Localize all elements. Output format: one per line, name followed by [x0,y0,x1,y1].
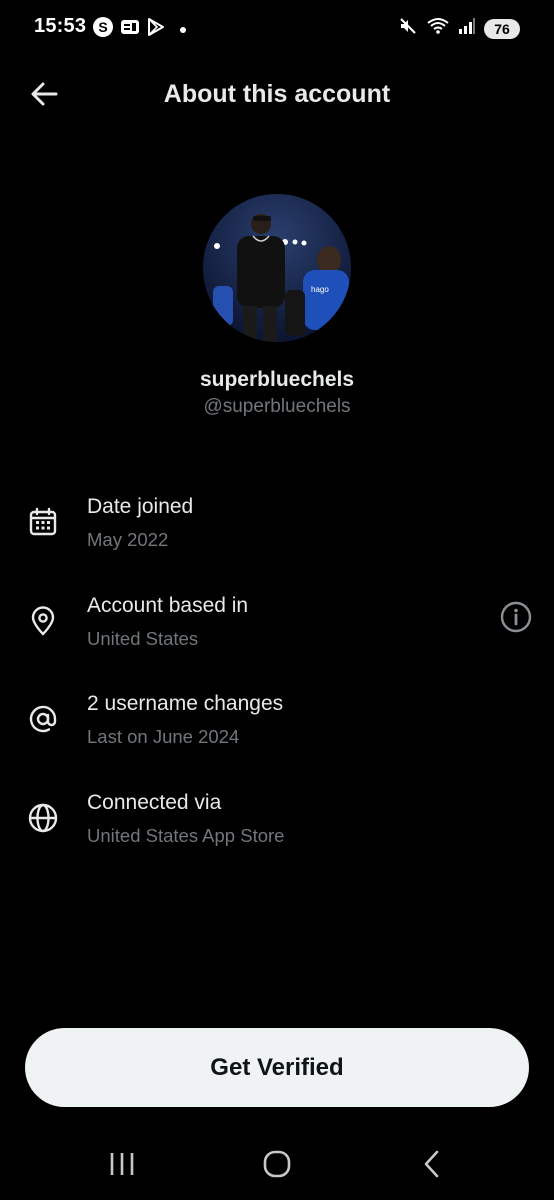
svg-text:hago: hago [311,285,329,294]
globe-icon [23,798,63,838]
battery-indicator: 76 [484,18,520,39]
info-title: Account based in [87,593,249,617]
info-title: Date joined [87,495,194,518]
page-title: About this account [163,80,391,108]
username-handle: @superbluechels [203,396,351,417]
play-store-icon [146,17,166,42]
s-app-icon: S [92,16,114,43]
recent-apps-icon [107,1151,137,1182]
location-pin-icon [23,601,63,641]
info-title: 2 username changes [87,692,284,715]
info-title: Connected via [87,790,222,814]
avatar[interactable]: hago [203,194,351,342]
calendar-icon [23,502,63,542]
info-row-connected-via: Connected via United States App Store [0,780,554,879]
home-button[interactable] [247,1142,307,1190]
info-row-date-joined: Date joined May 2022 [0,484,554,583]
account-info-list: Date joined May 2022 Account based in Un… [0,484,554,878]
info-row-username-changes: 2 username changes Last on June 2024 [0,681,554,780]
wifi-icon [426,16,450,41]
system-nav-bar [0,1130,554,1200]
status-left-icons: S [92,16,186,43]
mute-icon [398,16,418,41]
get-verified-button[interactable]: Get Verified [25,1028,529,1107]
home-icon [262,1149,292,1184]
status-time: 15:53 [34,15,87,37]
signal-icon [458,17,476,40]
svg-text:S: S [98,19,107,35]
info-icon [500,601,532,638]
back-icon [421,1149,443,1184]
header: About this account [0,60,554,132]
status-bar: 15:53 S 76 [0,0,554,56]
system-back-button[interactable] [402,1142,462,1190]
info-row-account-location: Account based in United States [0,583,554,682]
display-name: superbluechels [199,368,355,391]
info-subtitle: May 2022 [87,529,169,550]
info-button[interactable] [498,601,534,638]
status-right-icons: 76 [398,16,520,41]
info-subtitle: United States [87,627,199,649]
status-dot [180,26,186,33]
info-subtitle: United States App Store [87,824,285,846]
notification-card-icon [120,17,140,42]
recent-apps-button[interactable] [92,1142,152,1190]
info-subtitle: Last on June 2024 [87,726,240,747]
at-sign-icon [23,699,63,739]
